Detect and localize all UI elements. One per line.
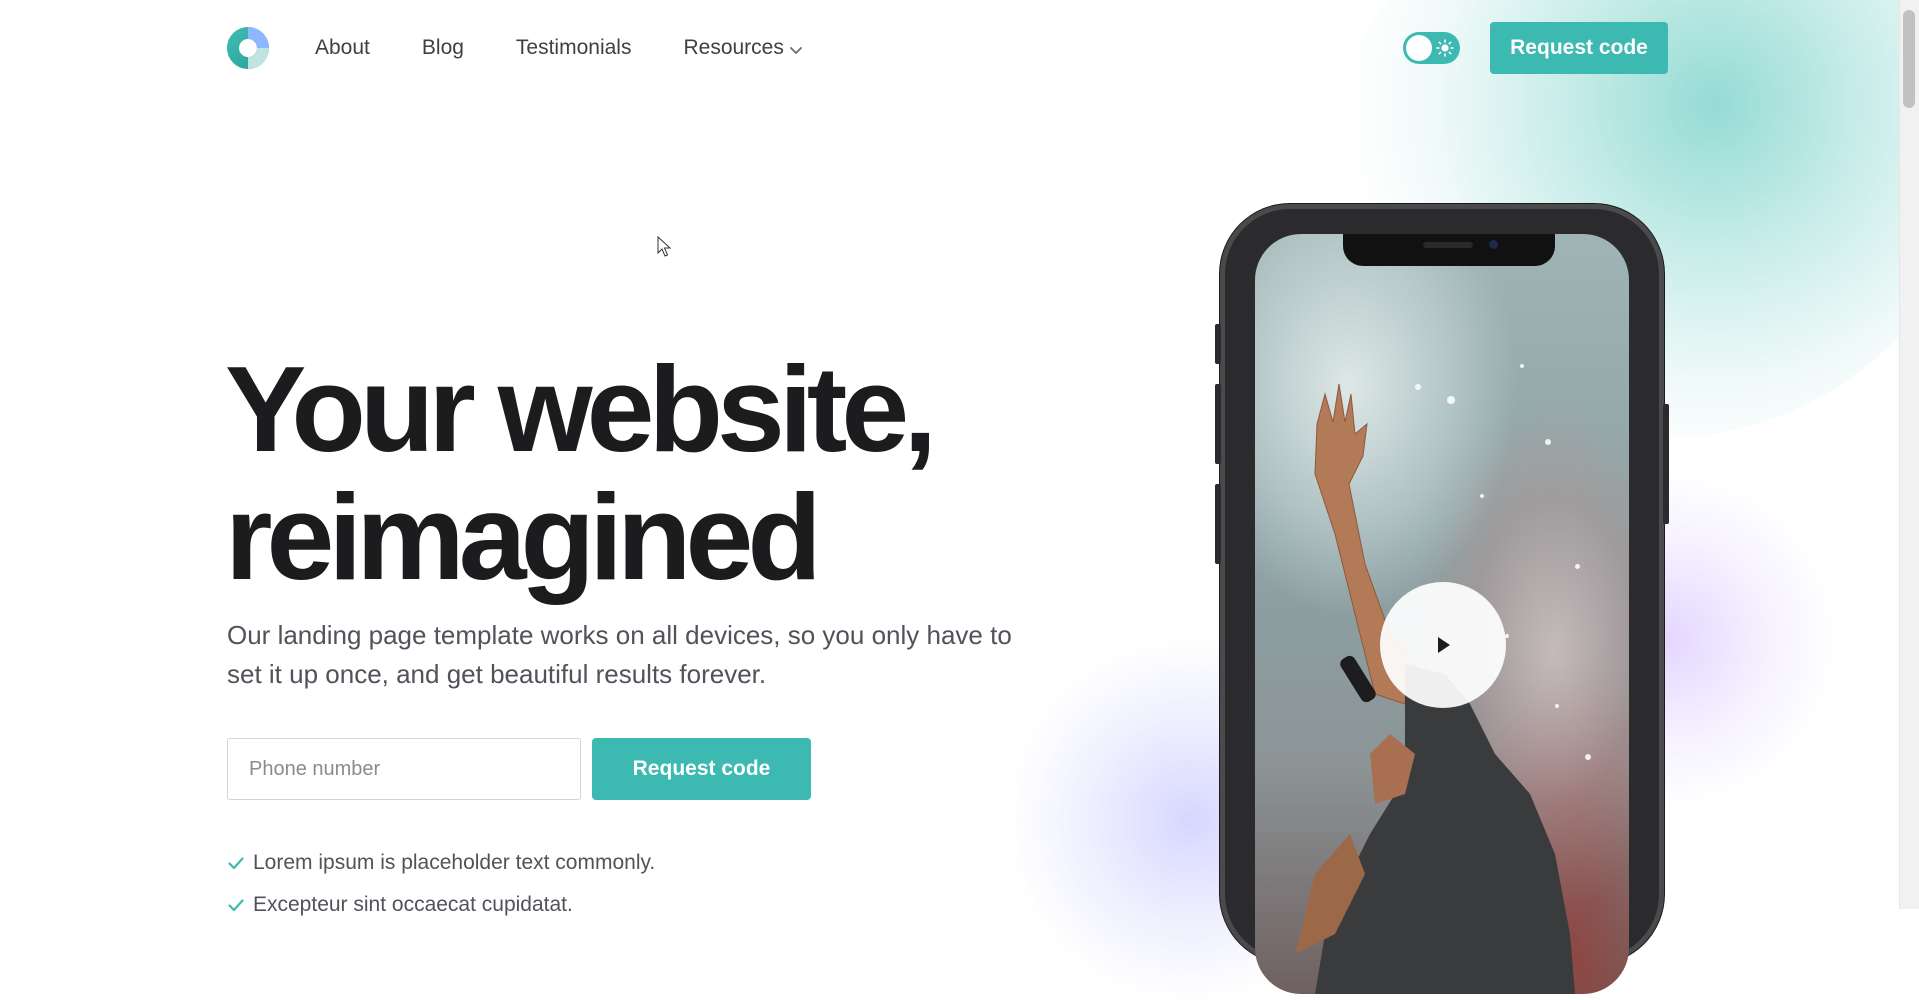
page-scrollbar[interactable] — [1899, 0, 1919, 909]
phone-side-button — [1215, 384, 1221, 464]
phone-side-button — [1215, 324, 1221, 364]
phone-side-button — [1215, 484, 1221, 564]
play-video-button[interactable] — [1380, 582, 1506, 708]
phone-speaker — [1423, 242, 1473, 248]
phone-side-button — [1663, 404, 1669, 524]
sun-icon — [1436, 39, 1454, 57]
check-icon — [228, 899, 244, 912]
form-request-code-button[interactable]: Request code — [592, 738, 811, 800]
header-actions: Request code — [1403, 22, 1668, 74]
phone-notch — [1343, 234, 1555, 266]
nav-link-blog[interactable]: Blog — [422, 36, 464, 60]
header-request-code-button[interactable]: Request code — [1490, 22, 1668, 74]
nav-link-testimonials[interactable]: Testimonials — [516, 36, 632, 60]
site-header: About Blog Testimonials Resources Reques… — [227, 22, 1668, 74]
ring-logo-icon — [227, 27, 269, 69]
chevron-down-icon — [789, 46, 802, 54]
checklist-text: Excepteur sint occaecat cupidatat. — [253, 893, 573, 916]
hero-subtitle: Our landing page template works on all d… — [227, 620, 1012, 689]
hero-title-line-1: Your website, — [225, 341, 937, 477]
phone-number-input[interactable] — [227, 738, 581, 800]
list-item: Lorem ipsum is placeholder text commonly… — [227, 842, 655, 884]
toggle-knob — [1406, 35, 1432, 61]
mouse-cursor-icon — [657, 236, 672, 257]
request-code-form: Request code — [227, 738, 811, 800]
scrollbar-thumb[interactable] — [1903, 10, 1915, 108]
nav-link-about[interactable]: About — [315, 36, 370, 60]
list-item: Excepteur sint occaecat cupidatat. — [227, 884, 655, 926]
feature-checklist: Lorem ipsum is placeholder text commonly… — [227, 842, 655, 926]
logo[interactable] — [227, 27, 269, 69]
hero-title-line-2: reimagined — [225, 469, 822, 605]
theme-toggle[interactable] — [1403, 32, 1460, 64]
checklist-text: Lorem ipsum is placeholder text commonly… — [253, 851, 656, 874]
nav-link-resources-label: Resources — [683, 36, 784, 59]
nav-link-resources[interactable]: Resources — [683, 36, 803, 60]
main-nav: About Blog Testimonials Resources — [315, 36, 804, 60]
play-icon — [1438, 637, 1450, 653]
camera-icon — [1489, 240, 1498, 249]
hero-title: Your website, reimagined — [225, 341, 937, 605]
check-icon — [228, 857, 244, 870]
